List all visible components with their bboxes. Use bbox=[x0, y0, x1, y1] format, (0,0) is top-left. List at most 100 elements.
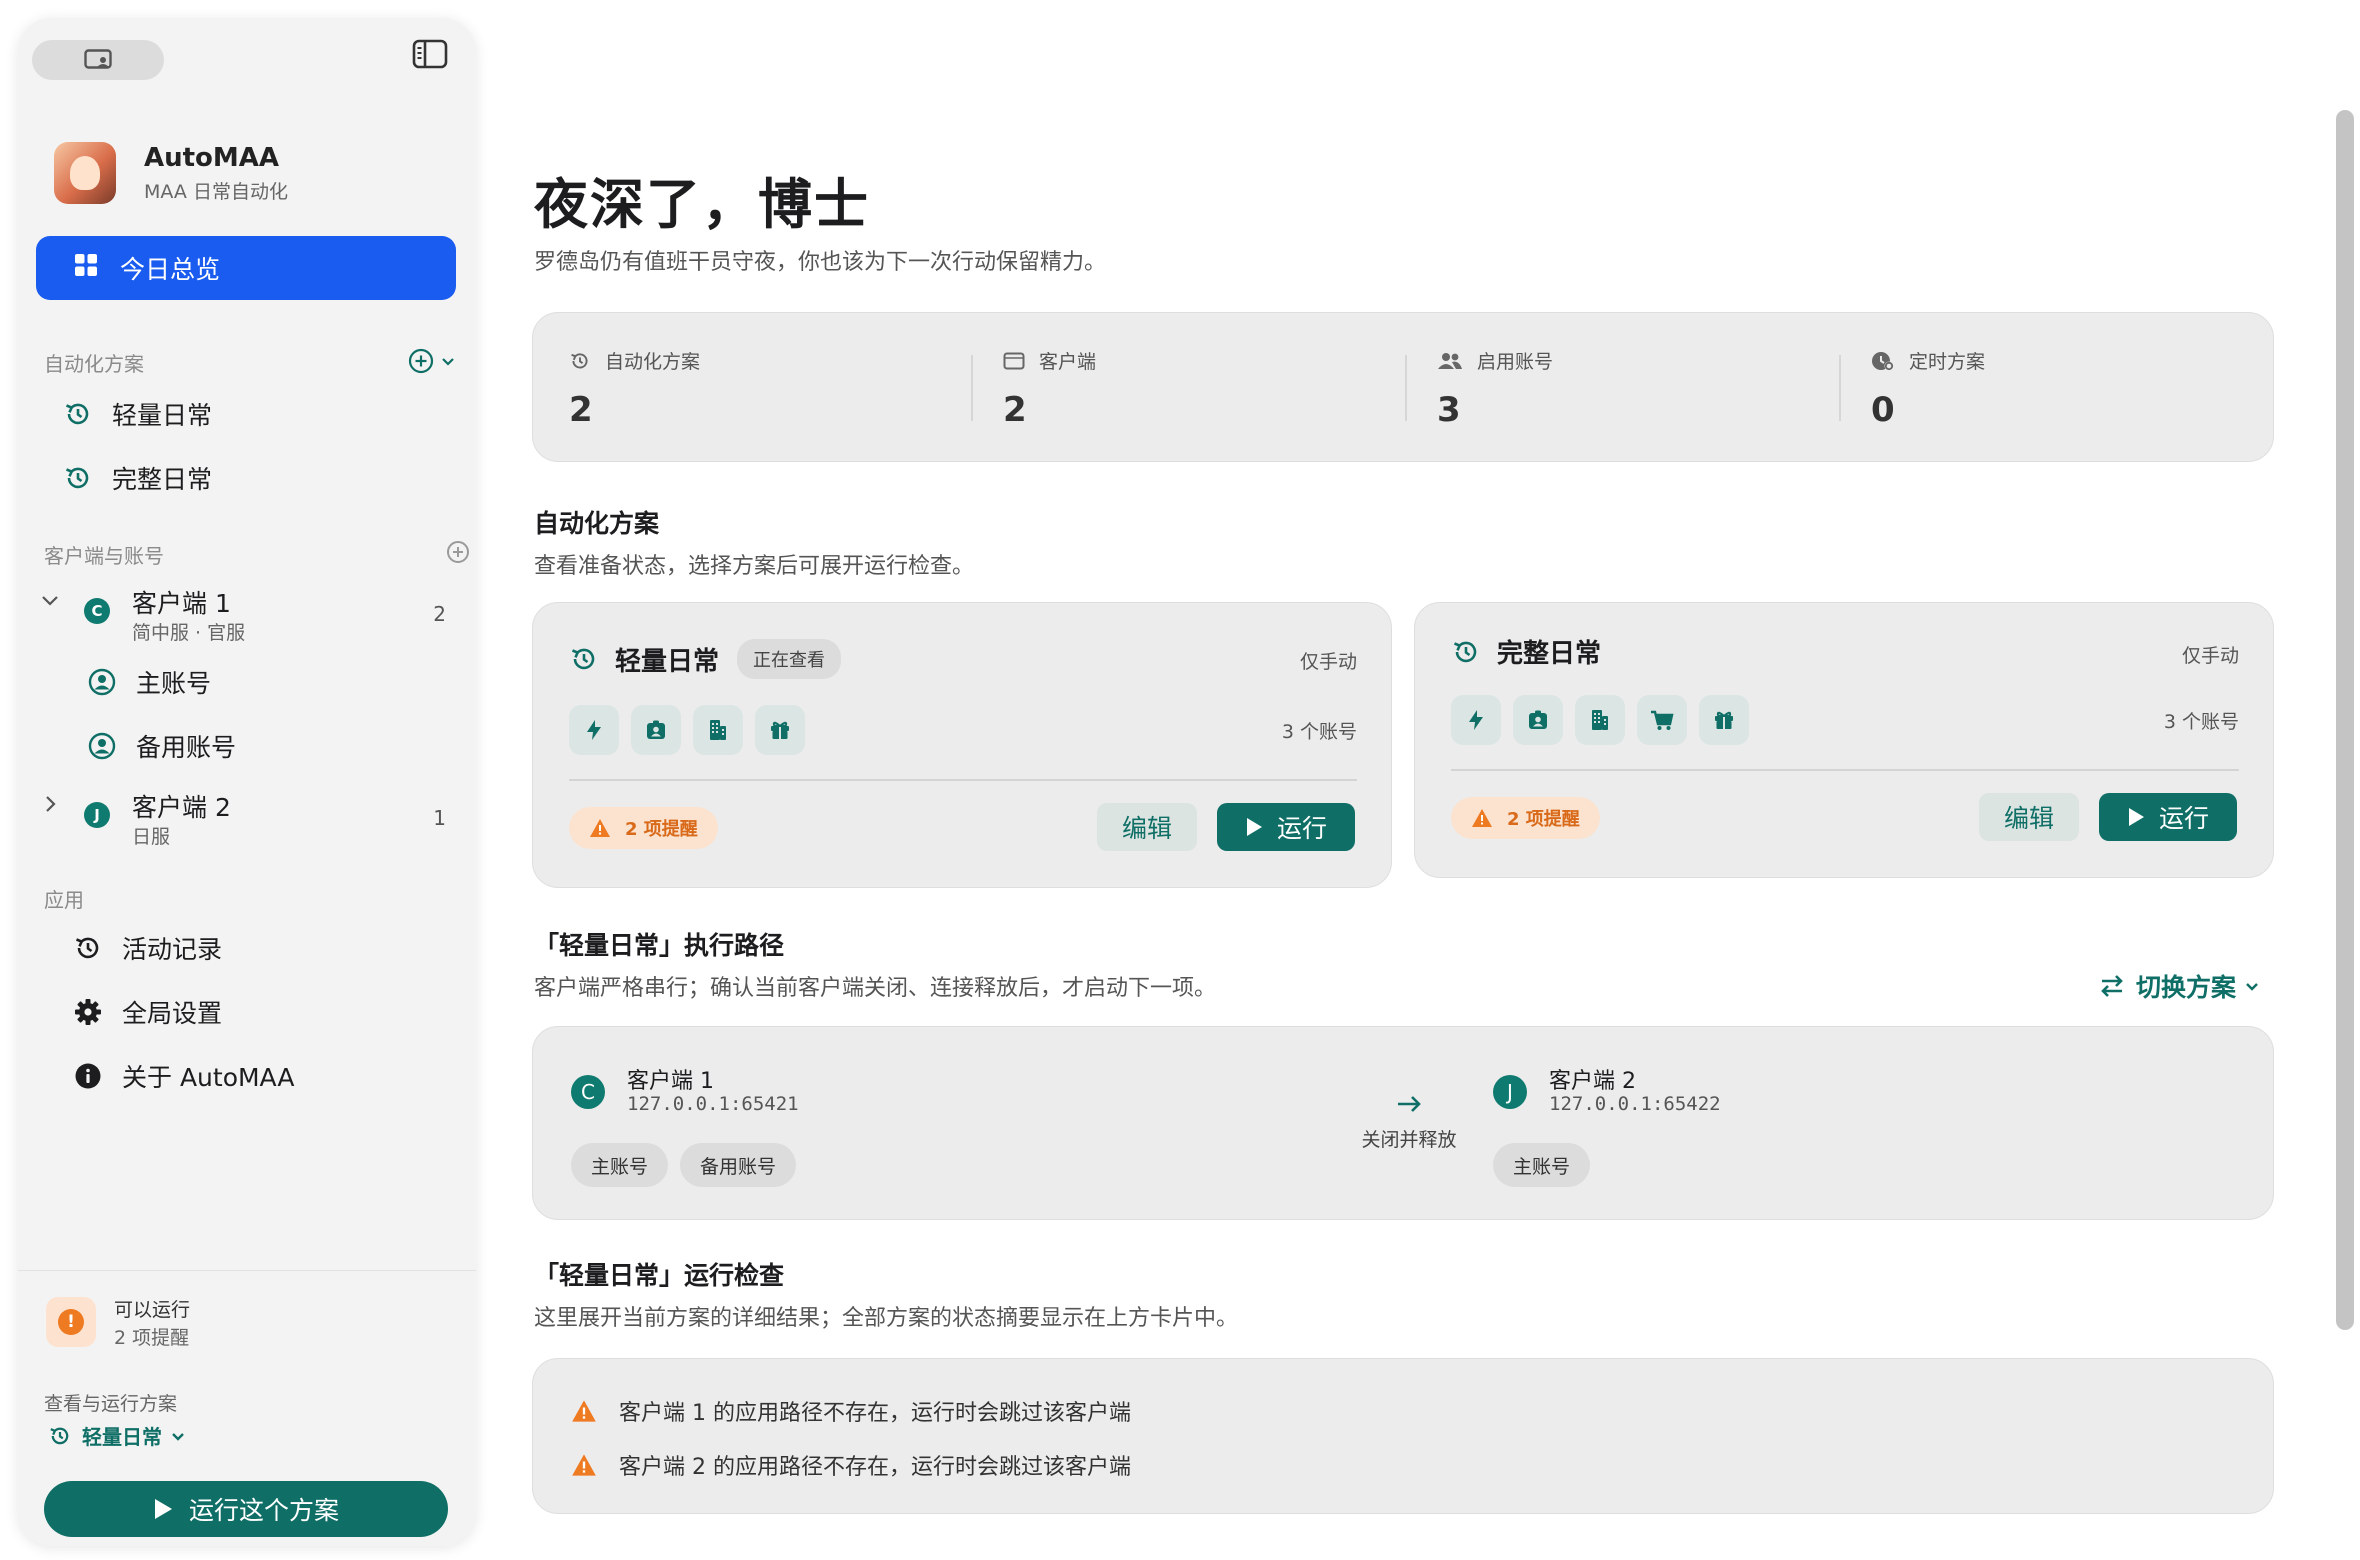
plan-name: 轻量日常 bbox=[615, 646, 720, 677]
plan-warning-text: 2 项提醒 bbox=[1507, 809, 1580, 830]
viewing-badge: 正在查看 bbox=[737, 639, 842, 679]
chevron-right-icon[interactable] bbox=[40, 794, 60, 814]
page-title: 夜深了，博士 bbox=[534, 173, 870, 236]
plan-select-dropdown[interactable]: 轻量日常 bbox=[48, 1421, 186, 1450]
client-badge: J bbox=[84, 802, 110, 828]
add-client-button[interactable] bbox=[446, 540, 470, 564]
gift-icon bbox=[1699, 695, 1749, 745]
check-item: 客户端 2 的应用路径不存在，运行时会跳过该客户端 bbox=[571, 1449, 1131, 1481]
app-subtitle: MAA 日常自动化 bbox=[144, 180, 288, 203]
sidebar-plan-label: 轻量日常 bbox=[112, 401, 213, 430]
client-name: 客户端 1 bbox=[627, 1069, 714, 1094]
stat-clients: 客户端 2 bbox=[1003, 347, 1423, 437]
stat-label: 定时方案 bbox=[1909, 351, 1986, 373]
plan-warning-badge[interactable]: 2 项提醒 bbox=[569, 807, 718, 849]
stat-label: 启用账号 bbox=[1477, 351, 1554, 373]
sidebar-about[interactable]: 关于 AutoMAA bbox=[72, 1054, 294, 1098]
plan-card-light[interactable]: 轻量日常 正在查看 仅手动 3 个账号 2 项提醒 编辑 运行 bbox=[532, 602, 1392, 888]
stat-divider bbox=[1405, 355, 1407, 421]
sidebar-account-main[interactable]: 主账号 bbox=[88, 664, 211, 700]
timer-icon bbox=[1871, 350, 1895, 372]
users-icon bbox=[1437, 351, 1463, 371]
section-label-clients: 客户端与账号 bbox=[44, 544, 164, 568]
account-label: 主账号 bbox=[136, 669, 212, 698]
client-badge: C bbox=[571, 1075, 605, 1109]
run-button[interactable]: 运行 bbox=[1217, 803, 1355, 851]
play-icon bbox=[2127, 807, 2145, 827]
grid-icon bbox=[74, 253, 98, 283]
gift-icon bbox=[755, 705, 805, 755]
window-icon bbox=[1003, 351, 1025, 371]
warning-icon bbox=[1471, 808, 1493, 828]
path-section-desc: 客户端严格串行；确认当前客户端关闭、连接释放后，才启动下一项。 bbox=[534, 976, 1217, 1001]
gear-icon bbox=[72, 996, 104, 1028]
sidebar-activity-log[interactable]: 活动记录 bbox=[72, 926, 222, 970]
stat-value: 2 bbox=[1003, 390, 1027, 430]
exclamation-icon: ! bbox=[58, 1309, 84, 1335]
run-plan-button[interactable]: 运行这个方案 bbox=[44, 1481, 448, 1537]
nav-label: 全局设置 bbox=[122, 999, 223, 1028]
plan-warning-text: 2 项提醒 bbox=[625, 819, 698, 840]
nav-today-label: 今日总览 bbox=[120, 255, 221, 284]
stat-label: 自动化方案 bbox=[605, 351, 701, 373]
swap-icon bbox=[2098, 972, 2126, 1000]
stat-scheduled: 定时方案 0 bbox=[1871, 347, 2291, 437]
add-plan-button[interactable] bbox=[408, 348, 456, 374]
client-address: 127.0.0.1:65421 bbox=[627, 1093, 799, 1115]
sidebar-plan-light[interactable]: 轻量日常 bbox=[62, 392, 212, 436]
building-icon bbox=[1575, 695, 1625, 745]
edit-button[interactable]: 编辑 bbox=[1979, 793, 2079, 841]
sidebar-client-1[interactable]: C 客户端 1 简中服 · 官服 2 bbox=[40, 584, 460, 648]
plus-circle-icon bbox=[447, 541, 469, 563]
badge-icon bbox=[1513, 695, 1563, 745]
plans-section-title: 自动化方案 bbox=[534, 509, 660, 538]
path-arrow-label: 关闭并释放 bbox=[1361, 1129, 1457, 1151]
history-icon bbox=[62, 462, 94, 494]
client-sub: 简中服 · 官服 bbox=[132, 622, 246, 644]
client-count: 2 bbox=[433, 602, 446, 626]
client-badge: C bbox=[84, 598, 110, 624]
main-scrollbar[interactable] bbox=[2336, 110, 2354, 1330]
switch-plan-button[interactable]: 切换方案 bbox=[2098, 968, 2260, 1004]
warning-icon bbox=[571, 1453, 597, 1477]
run-button-label: 运行 bbox=[2158, 804, 2209, 833]
stat-plans: 自动化方案 2 bbox=[569, 347, 989, 437]
sidebar-footer: ! 可以运行 2 项提醒 查看与运行方案 轻量日常 运行这个方案 bbox=[18, 1270, 476, 1546]
nav-today-overview[interactable]: 今日总览 bbox=[36, 236, 456, 300]
history-icon bbox=[1451, 637, 1481, 667]
history-icon bbox=[569, 350, 591, 372]
plan-warning-badge[interactable]: 2 项提醒 bbox=[1451, 797, 1600, 839]
plan-accounts: 3 个账号 bbox=[2163, 711, 2239, 733]
plan-accounts: 3 个账号 bbox=[1281, 721, 1357, 743]
stat-divider bbox=[971, 355, 973, 421]
window-switcher-button[interactable] bbox=[32, 40, 164, 80]
plan-card-full[interactable]: 完整日常 仅手动 3 个账号 2 项提醒 编辑 运行 bbox=[1414, 602, 2274, 878]
view-plan-label: 查看与运行方案 bbox=[44, 1393, 178, 1415]
sidebar-account-backup[interactable]: 备用账号 bbox=[88, 728, 236, 764]
path-card: C 客户端 1 127.0.0.1:65421 主账号 备用账号 关闭并释放 J… bbox=[532, 1026, 2274, 1220]
user-circle-icon bbox=[88, 732, 116, 760]
section-label-plans: 自动化方案 bbox=[44, 352, 144, 376]
stat-accounts: 启用账号 3 bbox=[1437, 347, 1857, 437]
chevron-down-icon bbox=[2246, 983, 2258, 991]
run-button[interactable]: 运行 bbox=[2099, 793, 2237, 841]
sidebar-toggle-button[interactable] bbox=[410, 36, 450, 72]
check-item-text: 客户端 1 的应用路径不存在，运行时会跳过该客户端 bbox=[619, 1401, 1131, 1426]
check-section-desc: 这里展开当前方案的详细结果；全部方案的状态摘要显示在上方卡片中。 bbox=[534, 1306, 1239, 1331]
badge-icon bbox=[631, 705, 681, 755]
window-icon bbox=[84, 49, 112, 69]
plan-select-value: 轻量日常 bbox=[82, 1425, 162, 1449]
run-warning-count: 2 项提醒 bbox=[114, 1327, 190, 1349]
plan-task-icons bbox=[569, 705, 817, 755]
stat-value: 0 bbox=[1871, 390, 1895, 430]
sidebar-plan-full[interactable]: 完整日常 bbox=[62, 456, 212, 500]
sidebar-global-settings[interactable]: 全局设置 bbox=[72, 990, 222, 1034]
plan-divider bbox=[1451, 769, 2239, 771]
building-icon bbox=[693, 705, 743, 755]
chevron-down-icon[interactable] bbox=[40, 590, 60, 610]
check-item-text: 客户端 2 的应用路径不存在，运行时会跳过该客户端 bbox=[619, 1455, 1131, 1480]
page-subtitle: 罗德岛仍有值班干员守夜，你也该为下一次行动保留精力。 bbox=[534, 250, 1107, 275]
client-name: 客户端 2 bbox=[132, 793, 231, 822]
edit-button[interactable]: 编辑 bbox=[1097, 803, 1197, 851]
sidebar-client-2[interactable]: J 客户端 2 日服 1 bbox=[40, 788, 460, 852]
